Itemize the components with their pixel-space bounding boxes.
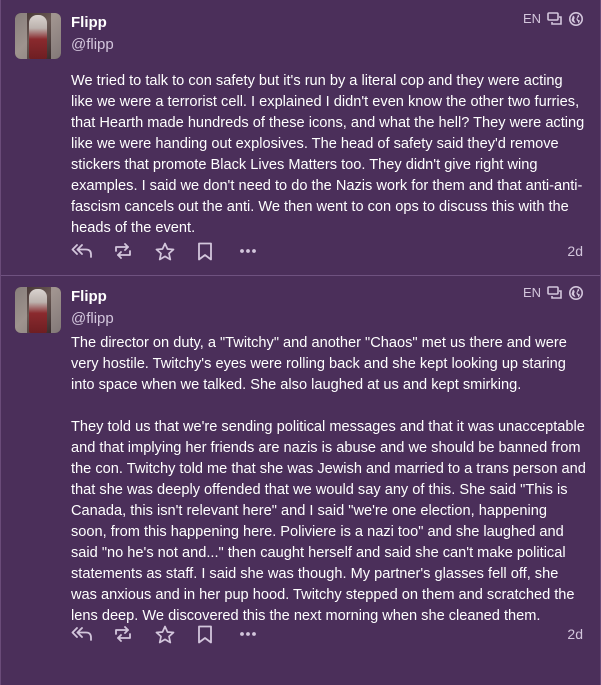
post-paragraph: The director on duty, a "Twitchy" and an… (71, 335, 567, 393)
avatar[interactable] (15, 287, 61, 333)
action-bar: 2d (71, 623, 583, 645)
star-icon[interactable] (155, 623, 197, 645)
thread-icon (547, 11, 563, 26)
reply-all-icon[interactable] (71, 240, 113, 262)
post-timestamp[interactable]: 2d (567, 626, 583, 642)
post-content: The director on duty, a "Twitchy" and an… (71, 333, 586, 627)
post-meta: EN (523, 11, 583, 26)
display-name[interactable]: Flipp (71, 288, 107, 305)
timeline: Flipp @flipp EN We tried to talk to con … (0, 0, 601, 685)
more-icon[interactable] (239, 623, 281, 645)
language-label: EN (522, 285, 541, 300)
post-content: We tried to talk to con safety but it's … (71, 71, 586, 239)
boost-icon[interactable] (113, 240, 155, 262)
more-icon[interactable] (239, 240, 281, 262)
post-paragraph: They told us that we're sending politica… (71, 419, 586, 624)
star-icon[interactable] (155, 240, 197, 262)
account-handle[interactable]: @flipp (71, 36, 114, 53)
post-meta: EN (523, 285, 583, 300)
globe-icon (569, 11, 583, 26)
post-paragraph: We tried to talk to con safety but it's … (71, 73, 585, 236)
thread-icon (547, 285, 563, 300)
bookmark-icon[interactable] (197, 623, 239, 645)
language-label: EN (522, 11, 541, 26)
avatar[interactable] (15, 13, 61, 59)
globe-icon (569, 285, 583, 300)
status-post[interactable]: Flipp @flipp EN We tried to talk to con … (1, 0, 600, 276)
bookmark-icon[interactable] (197, 240, 239, 262)
boost-icon[interactable] (113, 623, 155, 645)
reply-all-icon[interactable] (71, 623, 113, 645)
account-handle[interactable]: @flipp (71, 310, 114, 327)
action-bar: 2d (71, 240, 583, 262)
status-post[interactable]: Flipp @flipp EN The director on duty, a … (1, 276, 600, 685)
display-name[interactable]: Flipp (71, 14, 107, 31)
post-timestamp[interactable]: 2d (567, 243, 583, 259)
